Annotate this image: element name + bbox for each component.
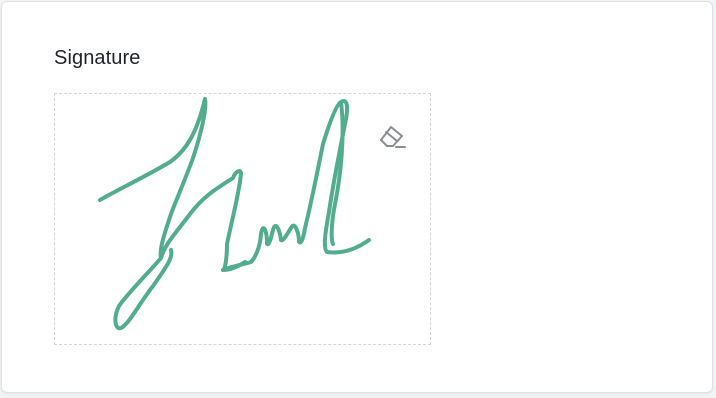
clear-signature-button[interactable] (375, 122, 409, 152)
eraser-icon (380, 126, 406, 148)
signature-pad[interactable] (54, 93, 431, 345)
signature-stroke-loop (113, 248, 174, 331)
signature-card: Signature (1, 1, 713, 393)
signature-stroke (98, 97, 371, 272)
signature-drawing (98, 97, 371, 331)
signature-label: Signature (54, 47, 141, 69)
